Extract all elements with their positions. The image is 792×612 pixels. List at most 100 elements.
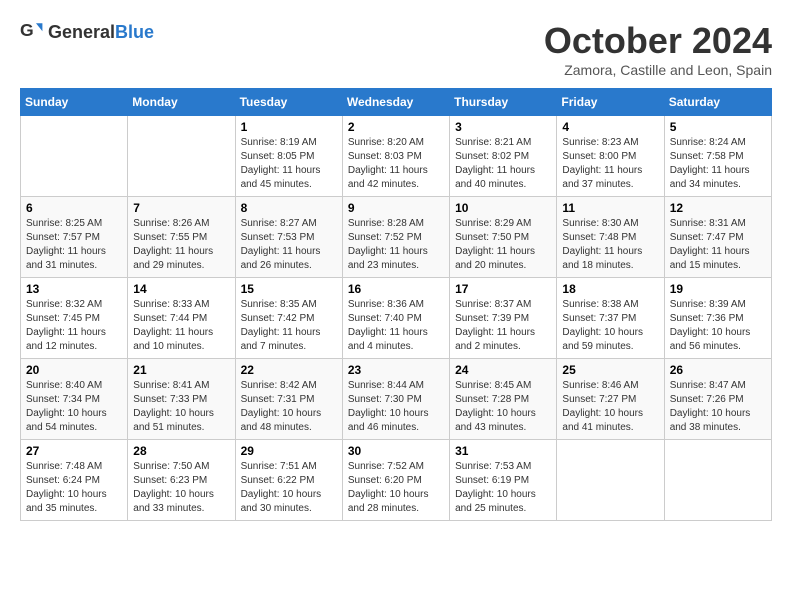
calendar-table: SundayMondayTuesdayWednesdayThursdayFrid…	[20, 88, 772, 521]
calendar-cell: 18 Sunrise: 8:38 AM Sunset: 7:37 PM Dayli…	[557, 278, 664, 359]
day-number: 27	[26, 444, 122, 458]
page-header: G GeneralBlue October 2024 Zamora, Casti…	[20, 20, 772, 78]
calendar-cell: 30 Sunrise: 7:52 AM Sunset: 6:20 PM Dayli…	[342, 440, 449, 521]
day-info: Sunrise: 8:39 AM Sunset: 7:36 PM Dayligh…	[670, 298, 766, 354]
day-number: 8	[241, 201, 337, 215]
calendar-cell: 12 Sunrise: 8:31 AM Sunset: 7:47 PM Dayli…	[664, 197, 771, 278]
day-info: Sunrise: 8:36 AM Sunset: 7:40 PM Dayligh…	[348, 298, 444, 354]
title-area: October 2024 Zamora, Castille and Leon, …	[544, 20, 772, 78]
day-info: Sunrise: 8:26 AM Sunset: 7:55 PM Dayligh…	[133, 217, 229, 273]
day-number: 7	[133, 201, 229, 215]
calendar-cell: 25 Sunrise: 8:46 AM Sunset: 7:27 PM Dayli…	[557, 359, 664, 440]
svg-text:G: G	[20, 20, 34, 40]
day-info: Sunrise: 8:28 AM Sunset: 7:52 PM Dayligh…	[348, 217, 444, 273]
day-number: 29	[241, 444, 337, 458]
calendar-cell: 17Sunrise: 8:37 AM Sunset: 7:39 PM Dayli…	[450, 278, 557, 359]
day-number: 19	[670, 282, 766, 296]
calendar-cell: 29 Sunrise: 7:51 AM Sunset: 6:22 PM Dayli…	[235, 440, 342, 521]
day-info: Sunrise: 8:21 AM Sunset: 8:02 PM Dayligh…	[455, 136, 551, 192]
day-number: 13	[26, 282, 122, 296]
weekday-monday: Monday	[128, 89, 235, 116]
calendar-cell: 11Sunrise: 8:30 AM Sunset: 7:48 PM Dayli…	[557, 197, 664, 278]
calendar-cell	[128, 116, 235, 197]
day-info: Sunrise: 8:19 AM Sunset: 8:05 PM Dayligh…	[241, 136, 337, 192]
calendar-cell: 22Sunrise: 8:42 AM Sunset: 7:31 PM Dayli…	[235, 359, 342, 440]
day-number: 23	[348, 363, 444, 377]
calendar-cell: 26 Sunrise: 8:47 AM Sunset: 7:26 PM Dayli…	[664, 359, 771, 440]
calendar-week-1: 1Sunrise: 8:19 AM Sunset: 8:05 PM Daylig…	[21, 116, 772, 197]
calendar-cell: 31Sunrise: 7:53 AM Sunset: 6:19 PM Dayli…	[450, 440, 557, 521]
day-info: Sunrise: 8:33 AM Sunset: 7:44 PM Dayligh…	[133, 298, 229, 354]
day-number: 21	[133, 363, 229, 377]
calendar-cell: 19 Sunrise: 8:39 AM Sunset: 7:36 PM Dayli…	[664, 278, 771, 359]
calendar-cell: 4Sunrise: 8:23 AM Sunset: 8:00 PM Daylig…	[557, 116, 664, 197]
day-info: Sunrise: 8:45 AM Sunset: 7:28 PM Dayligh…	[455, 379, 551, 435]
weekday-saturday: Saturday	[664, 89, 771, 116]
day-number: 11	[562, 201, 658, 215]
calendar-cell: 16Sunrise: 8:36 AM Sunset: 7:40 PM Dayli…	[342, 278, 449, 359]
day-number: 24	[455, 363, 551, 377]
weekday-header-row: SundayMondayTuesdayWednesdayThursdayFrid…	[21, 89, 772, 116]
calendar-cell: 28 Sunrise: 7:50 AM Sunset: 6:23 PM Dayli…	[128, 440, 235, 521]
calendar-week-4: 20 Sunrise: 8:40 AM Sunset: 7:34 PM Dayli…	[21, 359, 772, 440]
weekday-tuesday: Tuesday	[235, 89, 342, 116]
day-info: Sunrise: 8:41 AM Sunset: 7:33 PM Dayligh…	[133, 379, 229, 435]
day-info: Sunrise: 7:52 AM Sunset: 6:20 PM Dayligh…	[348, 460, 444, 516]
calendar-cell: 20 Sunrise: 8:40 AM Sunset: 7:34 PM Dayli…	[21, 359, 128, 440]
day-info: Sunrise: 7:53 AM Sunset: 6:19 PM Dayligh…	[455, 460, 551, 516]
calendar-week-2: 6Sunrise: 8:25 AM Sunset: 7:57 PM Daylig…	[21, 197, 772, 278]
weekday-sunday: Sunday	[21, 89, 128, 116]
day-number: 9	[348, 201, 444, 215]
day-number: 12	[670, 201, 766, 215]
day-number: 20	[26, 363, 122, 377]
weekday-thursday: Thursday	[450, 89, 557, 116]
day-number: 26	[670, 363, 766, 377]
day-number: 25	[562, 363, 658, 377]
calendar-cell	[21, 116, 128, 197]
calendar-cell: 3 Sunrise: 8:21 AM Sunset: 8:02 PM Daylig…	[450, 116, 557, 197]
day-info: Sunrise: 8:46 AM Sunset: 7:27 PM Dayligh…	[562, 379, 658, 435]
calendar-cell: 5 Sunrise: 8:24 AM Sunset: 7:58 PM Daylig…	[664, 116, 771, 197]
logo-icon: G	[20, 20, 44, 44]
day-info: Sunrise: 8:44 AM Sunset: 7:30 PM Dayligh…	[348, 379, 444, 435]
calendar-cell: 1Sunrise: 8:19 AM Sunset: 8:05 PM Daylig…	[235, 116, 342, 197]
calendar-cell: 10Sunrise: 8:29 AM Sunset: 7:50 PM Dayli…	[450, 197, 557, 278]
day-number: 18	[562, 282, 658, 296]
weekday-friday: Friday	[557, 89, 664, 116]
calendar-cell: 23 Sunrise: 8:44 AM Sunset: 7:30 PM Dayli…	[342, 359, 449, 440]
calendar-cell	[557, 440, 664, 521]
calendar-cell: 27 Sunrise: 7:48 AM Sunset: 6:24 PM Dayli…	[21, 440, 128, 521]
day-info: Sunrise: 8:47 AM Sunset: 7:26 PM Dayligh…	[670, 379, 766, 435]
day-info: Sunrise: 8:40 AM Sunset: 7:34 PM Dayligh…	[26, 379, 122, 435]
logo-blue: Blue	[115, 22, 154, 42]
day-info: Sunrise: 7:50 AM Sunset: 6:23 PM Dayligh…	[133, 460, 229, 516]
day-number: 14	[133, 282, 229, 296]
day-number: 30	[348, 444, 444, 458]
day-number: 6	[26, 201, 122, 215]
calendar-body: 1Sunrise: 8:19 AM Sunset: 8:05 PM Daylig…	[21, 116, 772, 521]
day-number: 17	[455, 282, 551, 296]
day-number: 2	[348, 120, 444, 134]
day-info: Sunrise: 8:42 AM Sunset: 7:31 PM Dayligh…	[241, 379, 337, 435]
day-number: 28	[133, 444, 229, 458]
location-subtitle: Zamora, Castille and Leon, Spain	[544, 62, 772, 78]
day-info: Sunrise: 8:27 AM Sunset: 7:53 PM Dayligh…	[241, 217, 337, 273]
day-info: Sunrise: 8:31 AM Sunset: 7:47 PM Dayligh…	[670, 217, 766, 273]
logo: G GeneralBlue	[20, 20, 154, 44]
calendar-cell: 9 Sunrise: 8:28 AM Sunset: 7:52 PM Daylig…	[342, 197, 449, 278]
day-number: 3	[455, 120, 551, 134]
day-info: Sunrise: 7:48 AM Sunset: 6:24 PM Dayligh…	[26, 460, 122, 516]
calendar-cell: 8 Sunrise: 8:27 AM Sunset: 7:53 PM Daylig…	[235, 197, 342, 278]
day-number: 4	[562, 120, 658, 134]
day-number: 5	[670, 120, 766, 134]
calendar-cell: 6Sunrise: 8:25 AM Sunset: 7:57 PM Daylig…	[21, 197, 128, 278]
logo-general: General	[48, 22, 115, 42]
calendar-cell: 13Sunrise: 8:32 AM Sunset: 7:45 PM Dayli…	[21, 278, 128, 359]
day-info: Sunrise: 8:24 AM Sunset: 7:58 PM Dayligh…	[670, 136, 766, 192]
day-info: Sunrise: 7:51 AM Sunset: 6:22 PM Dayligh…	[241, 460, 337, 516]
day-info: Sunrise: 8:38 AM Sunset: 7:37 PM Dayligh…	[562, 298, 658, 354]
calendar-cell: 21 Sunrise: 8:41 AM Sunset: 7:33 PM Dayli…	[128, 359, 235, 440]
day-number: 10	[455, 201, 551, 215]
calendar-cell: 14 Sunrise: 8:33 AM Sunset: 7:44 PM Dayli…	[128, 278, 235, 359]
calendar-week-5: 27 Sunrise: 7:48 AM Sunset: 6:24 PM Dayli…	[21, 440, 772, 521]
